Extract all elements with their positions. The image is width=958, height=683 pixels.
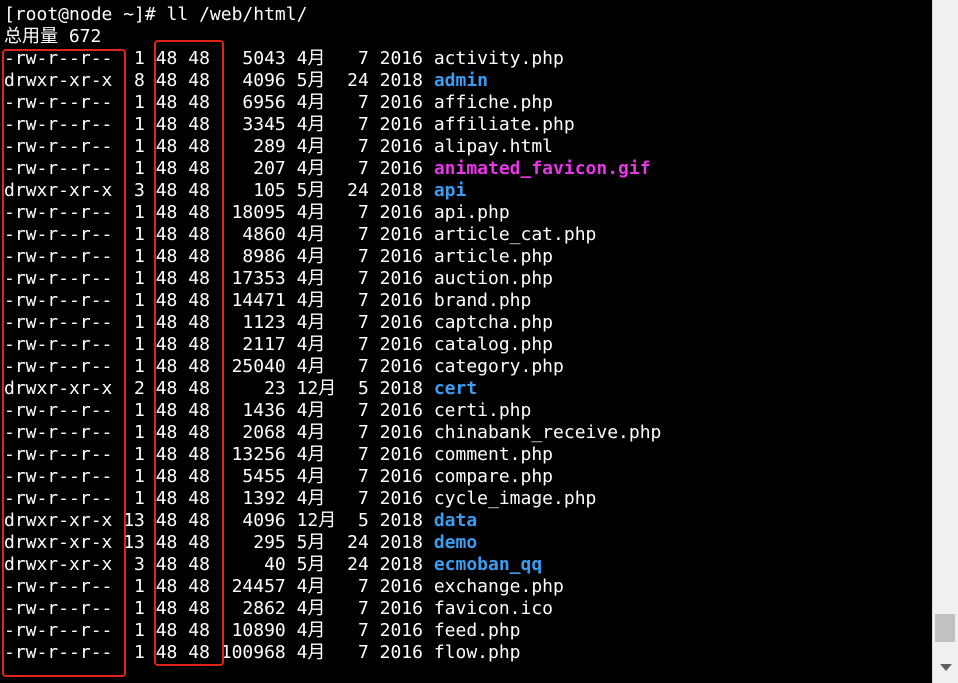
file-entry-name: cert (433, 378, 478, 399)
file-entry-name: admin (433, 70, 488, 91)
file-entry-name: article.php (433, 246, 554, 267)
file-entry-name: affiliate.php (433, 114, 575, 135)
scrollbar-thumb[interactable] (935, 614, 955, 642)
file-entry-name: favicon.ico (433, 598, 554, 619)
file-entry-name: api (433, 180, 467, 201)
command-prompt: [root@node ~]# ll /web/html/ (4, 4, 308, 25)
file-entry-name: chinabank_receive.php (433, 422, 662, 443)
terminal-window[interactable]: [root@node ~]# ll /web/html/ 总用量 672 -rw… (0, 0, 932, 683)
total-line: 总用量 672 (4, 26, 102, 47)
file-entry-name: activity.php (433, 48, 564, 69)
permissions-highlight-box (2, 49, 126, 677)
file-entry-name: auction.php (433, 268, 554, 289)
file-entry-name: brand.php (433, 290, 532, 311)
file-entry-name: api.php (433, 202, 510, 223)
file-entry-name: catalog.php (433, 334, 554, 355)
file-entry-name: compare.php (433, 466, 554, 487)
file-entry-name: feed.php (433, 620, 521, 641)
file-entry-name: data (433, 510, 478, 531)
file-entry-name: affiche.php (433, 92, 554, 113)
file-entry-name: cycle_image.php (433, 488, 597, 509)
owner-group-highlight-box (154, 40, 224, 666)
file-entry-name: flow.php (433, 642, 521, 663)
file-entry-name: captcha.php (433, 312, 554, 333)
vertical-scrollbar[interactable] (932, 0, 958, 683)
file-entry-name: article_cat.php (433, 224, 597, 245)
file-entry-name: comment.php (433, 444, 554, 465)
file-entry-name: ecmoban_qq (433, 554, 543, 575)
file-entry-name: animated_favicon.gif (433, 158, 651, 179)
file-entry-name: demo (433, 532, 478, 553)
file-entry-name: category.php (433, 356, 564, 377)
file-entry-name: exchange.php (433, 576, 564, 597)
file-entry-name: certi.php (433, 400, 532, 421)
file-entry-name: alipay.html (433, 136, 554, 157)
scroll-down-arrow-icon[interactable] (940, 664, 952, 671)
